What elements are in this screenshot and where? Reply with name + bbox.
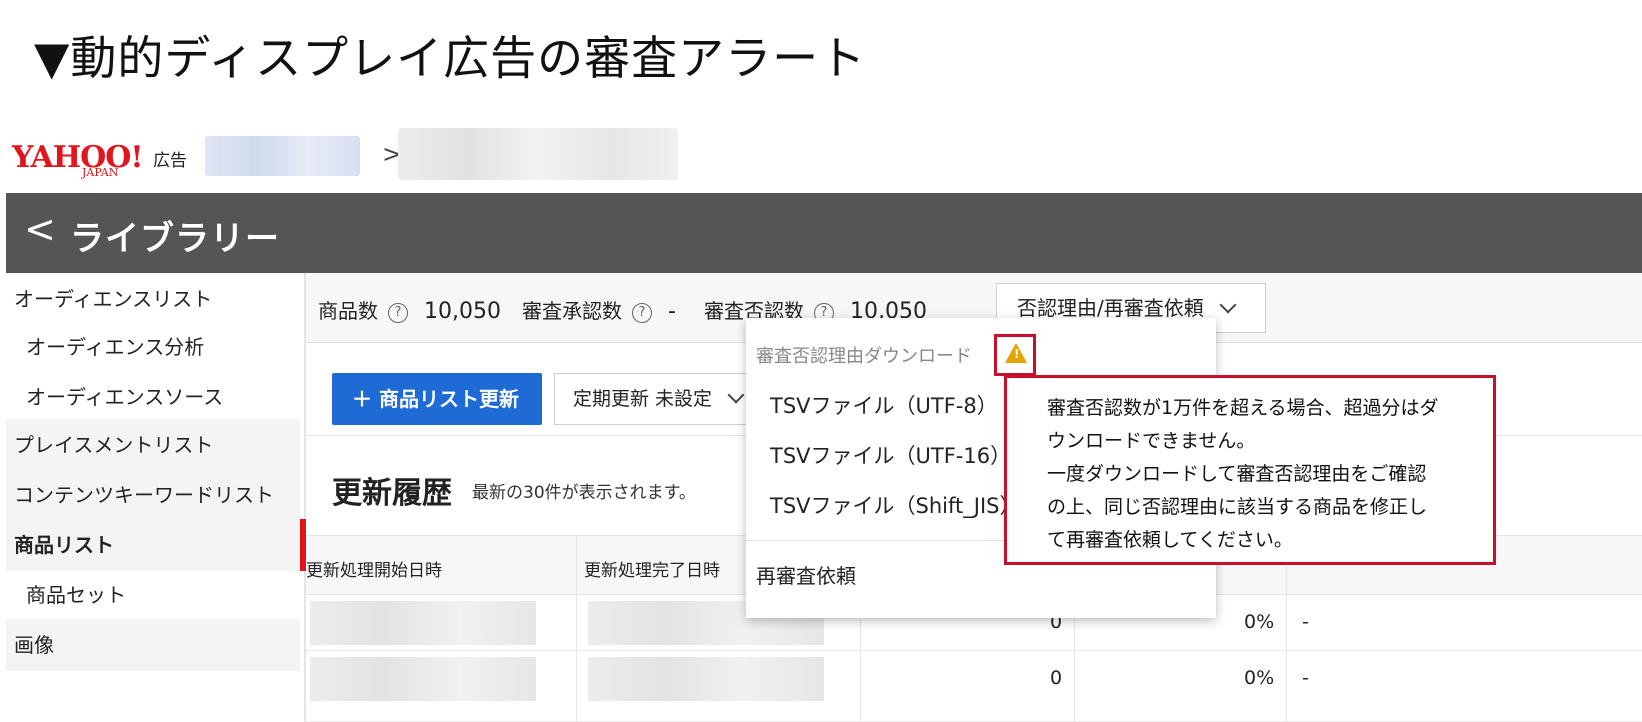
- stat-approved: 審査承認数? -: [522, 295, 676, 324]
- cell-percent: 0%: [1244, 667, 1275, 689]
- column-header-end-time[interactable]: 更新処理完了日時: [584, 556, 720, 581]
- tooltip-line: 審査否認数が1万件を超える場合、超過分はダ: [1047, 397, 1439, 419]
- warning-icon[interactable]: [1005, 343, 1027, 363]
- cell-blurred: [310, 601, 536, 645]
- yahoo-logo[interactable]: YAHOO!: [12, 140, 144, 175]
- stat-products: 商品数? 10,050: [318, 295, 501, 324]
- dropdown-label: 否認理由/再審査依頼: [1017, 296, 1204, 320]
- stat-products-value: 10,050: [424, 299, 501, 324]
- stat-approved-value: -: [668, 299, 676, 324]
- yahoo-logo-sub: JAPAN: [82, 166, 119, 179]
- menu-header-download: 審査否認理由ダウンロード: [756, 346, 972, 367]
- cell-count: 0: [1050, 667, 1063, 689]
- update-product-list-button[interactable]: ＋ 商品リスト更新: [332, 373, 542, 425]
- menu-item-rereview-request[interactable]: 再審査依頼: [756, 560, 856, 589]
- sidebar-item-audience-source[interactable]: オーディエンスソース: [6, 371, 300, 423]
- table-row[interactable]: 0 0% -: [306, 651, 1642, 722]
- account-name-blurred[interactable]: [205, 136, 360, 176]
- schedule-label: 定期更新 未設定: [573, 388, 713, 410]
- history-title: 更新履歴: [332, 476, 452, 511]
- cell-percent: 0%: [1244, 611, 1275, 633]
- sidebar-item-product-list[interactable]: 商品リスト: [6, 519, 308, 571]
- sidebar-item-placement-list[interactable]: プレイスメントリスト: [6, 419, 300, 471]
- library-header: < ライブラリー: [6, 193, 1642, 273]
- help-icon[interactable]: ?: [388, 303, 408, 323]
- back-icon[interactable]: <: [24, 207, 56, 251]
- campaign-name-blurred[interactable]: [398, 128, 678, 180]
- cell-blurred: [588, 657, 824, 701]
- column-header-start-time[interactable]: 更新処理開始日時: [306, 556, 442, 581]
- menu-item-tsv-utf16[interactable]: TSVファイル（UTF-16）: [770, 440, 1011, 470]
- page-heading: ▼動的ディスプレイ広告の審査アラート: [34, 31, 867, 85]
- history-subtitle: 最新の30件が表示されます。: [472, 483, 696, 503]
- tooltip-line: の上、同じ否認理由に該当する商品を修正し: [1047, 496, 1428, 518]
- library-title: ライブラリー: [70, 219, 280, 259]
- tooltip-line: 一度ダウンロードして審査否認理由をご確認: [1047, 463, 1427, 485]
- warning-highlight[interactable]: [994, 334, 1036, 376]
- top-bar: YAHOO! JAPAN 広告 >: [0, 128, 1642, 188]
- cell-error: -: [1302, 667, 1309, 689]
- chevron-down-icon: [727, 386, 745, 404]
- sidebar-item-audience-list[interactable]: オーディエンスリスト: [6, 273, 300, 325]
- help-icon[interactable]: ?: [632, 303, 652, 323]
- stat-products-label: 商品数: [318, 299, 378, 323]
- tooltip-line: ウンロードできません。: [1047, 430, 1256, 452]
- sidebar: オーディエンスリスト オーディエンス分析 オーディエンスソース プレイスメントリ…: [6, 273, 308, 722]
- sidebar-item-product-set[interactable]: 商品セット: [6, 569, 300, 621]
- sidebar-item-images[interactable]: 画像: [6, 619, 300, 671]
- cell-blurred: [310, 657, 536, 701]
- cell-error: -: [1302, 611, 1309, 633]
- logo-ad-label: 広告: [153, 151, 187, 171]
- sidebar-item-label: 商品リスト: [14, 533, 114, 557]
- chevron-down-icon: [1219, 296, 1237, 314]
- sidebar-item-audience-analysis[interactable]: オーディエンス分析: [6, 321, 300, 373]
- tooltip-line: て再審査依頼してください。: [1047, 529, 1293, 551]
- menu-item-tsv-utf8[interactable]: TSVファイル（UTF-8）: [770, 390, 998, 420]
- warning-tooltip: 審査否認数が1万件を超える場合、超過分はダ ウンロードできません。 一度ダウンロ…: [1004, 375, 1496, 565]
- menu-item-tsv-shiftjis[interactable]: TSVファイル（Shift_JIS）: [770, 490, 1020, 520]
- sidebar-item-content-keyword-list[interactable]: コンテンツキーワードリスト: [6, 469, 300, 521]
- stat-approved-label: 審査承認数: [522, 299, 622, 323]
